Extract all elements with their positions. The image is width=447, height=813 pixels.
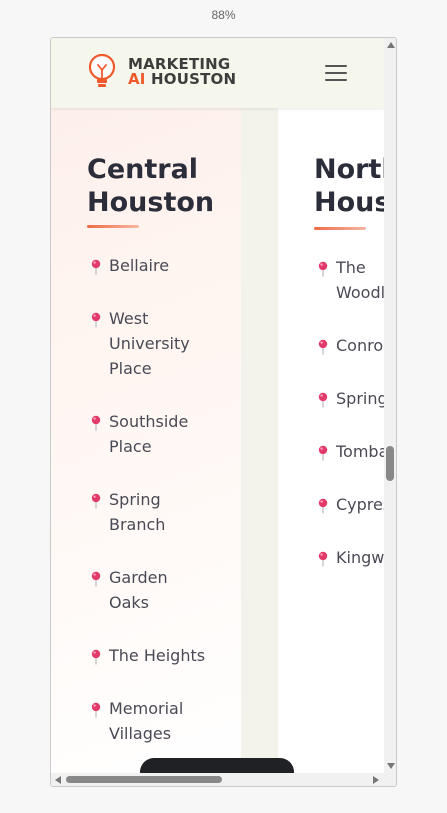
location-label: Memorial Villages (109, 699, 184, 743)
map-pin-icon (318, 259, 328, 277)
card-gap (241, 108, 278, 773)
location-label: Southside Place (109, 412, 189, 456)
location-label: Spring Branch (109, 490, 166, 534)
zoom-level-label: 88% (211, 8, 236, 22)
scroll-down-icon[interactable] (387, 763, 395, 769)
floating-toolbar[interactable] (140, 758, 294, 773)
location-item[interactable]: Garden Oaks (88, 565, 205, 615)
location-item[interactable]: Spring Branch (88, 487, 205, 537)
location-item[interactable]: Spring (315, 386, 384, 411)
map-pin-icon (91, 310, 101, 328)
location-label: Spring (336, 389, 384, 408)
scroll-up-icon[interactable] (387, 42, 395, 48)
vertical-scroll-thumb[interactable] (386, 446, 394, 481)
page-viewport: MARKETING AI HOUSTON Central Houston Bel… (51, 38, 384, 773)
location-label: Conro (336, 336, 384, 355)
scroll-right-icon[interactable] (373, 776, 379, 784)
location-list: The Woodl Conro Spring Tomba Cypres Kingw (315, 255, 384, 570)
location-item[interactable]: Bellaire (88, 253, 205, 278)
location-label: Cypres (336, 495, 384, 514)
site-header: MARKETING AI HOUSTON (51, 38, 384, 108)
region-title: North Hous (314, 154, 384, 218)
region-card-central: Central Houston Bellaire West University … (51, 108, 241, 773)
horizontal-scrollbar[interactable] (51, 773, 396, 786)
map-pin-icon (91, 413, 101, 431)
map-pin-icon (318, 337, 328, 355)
map-pin-icon (318, 496, 328, 514)
location-label: Bellaire (109, 256, 170, 275)
region-title: Central Houston (87, 154, 215, 218)
map-pin-icon (318, 443, 328, 461)
location-label: The Heights (109, 646, 206, 665)
lightbulb-icon[interactable] (87, 53, 121, 91)
map-pin-icon (91, 700, 101, 718)
map-pin-icon (91, 491, 101, 509)
location-item[interactable]: Southside Place (88, 409, 205, 459)
map-pin-icon (318, 549, 328, 567)
title-underline (87, 225, 139, 228)
location-label: Garden Oaks (109, 568, 168, 612)
region-card-north: North Hous The Woodl Conro Spring Tomba Cypr… (278, 108, 384, 773)
logo-line-2: AI HOUSTON (128, 72, 236, 87)
location-list: Bellaire West University Place Southside P… (88, 253, 205, 746)
vertical-scrollbar[interactable] (384, 38, 396, 773)
location-item[interactable]: Conro (315, 333, 384, 358)
location-item[interactable]: Tomba (315, 439, 384, 464)
location-label: Kingw (336, 548, 384, 567)
map-pin-icon (91, 257, 101, 275)
location-item[interactable]: West University Place (88, 306, 205, 381)
logo-ai-accent: AI (128, 70, 146, 88)
map-pin-icon (318, 390, 328, 408)
location-item[interactable]: Kingw (315, 545, 384, 570)
scroll-left-icon[interactable] (55, 776, 61, 784)
title-underline (314, 227, 366, 230)
location-label: The Woodl (336, 258, 384, 302)
map-pin-icon (91, 569, 101, 587)
logo-houston: HOUSTON (145, 70, 237, 88)
location-item[interactable]: The Woodl (315, 255, 384, 305)
map-pin-icon (91, 647, 101, 665)
horizontal-scroll-thumb[interactable] (66, 776, 222, 783)
location-item[interactable]: Memorial Villages (88, 696, 205, 746)
hamburger-menu-icon[interactable] (325, 65, 347, 83)
location-label: Tomba (336, 442, 384, 461)
location-label: West University Place (109, 309, 190, 378)
location-item[interactable]: Cypres (315, 492, 384, 517)
device-frame: MARKETING AI HOUSTON Central Houston Bel… (50, 37, 397, 787)
site-logo[interactable]: MARKETING AI HOUSTON (128, 57, 236, 87)
location-item[interactable]: The Heights (88, 643, 205, 668)
